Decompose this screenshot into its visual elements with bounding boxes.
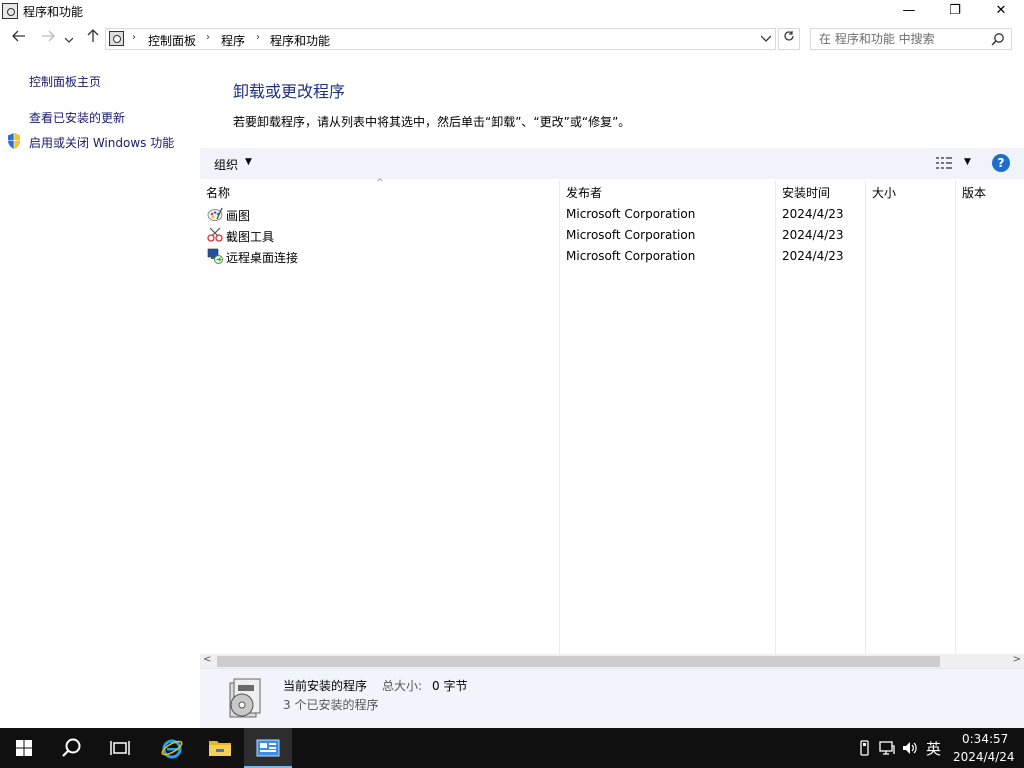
program-publisher: Microsoft Corporation — [566, 228, 696, 242]
network-icon[interactable] — [879, 740, 895, 756]
up-arrow-icon — [87, 29, 99, 42]
view-installed-updates-link[interactable]: 查看已安装的更新 — [29, 109, 125, 126]
restore-button[interactable]: ❐ — [932, 0, 978, 24]
control-panel-icon — [2, 3, 18, 19]
table-row[interactable]: 远程桌面连接 Microsoft Corporation 2024/4/23 — [200, 246, 1024, 267]
column-header-name[interactable]: 名称 — [206, 184, 230, 201]
program-publisher: Microsoft Corporation — [566, 249, 696, 263]
breadcrumb-control-panel[interactable]: 控制面板 — [148, 32, 196, 49]
program-installed-date: 2024/4/23 — [782, 228, 844, 242]
back-button[interactable] — [9, 29, 29, 49]
breadcrumb-separator-icon[interactable]: › — [256, 32, 260, 43]
search-button[interactable] — [48, 728, 96, 768]
task-view-button[interactable] — [96, 728, 144, 768]
taskbar: 英 0:34:57 2024/4/24 — [0, 728, 1024, 768]
breadcrumb-separator-icon[interactable]: › — [132, 32, 136, 43]
column-header-installed-on[interactable]: 安装时间 — [782, 184, 830, 201]
scrollbar-thumb[interactable] — [217, 656, 940, 667]
input-method-indicator[interactable]: 英 — [926, 738, 941, 759]
details-pane: 当前安装的程序 总大小: 0 字节 3 个已安装的程序 — [200, 668, 1024, 728]
clock-time[interactable]: 0:34:57 — [962, 732, 1008, 746]
refresh-icon — [784, 31, 794, 41]
search-icon[interactable] — [991, 32, 1005, 46]
remote-desktop-icon — [207, 248, 223, 264]
search-box[interactable] — [810, 28, 1012, 50]
breadcrumb-programs[interactable]: 程序 — [221, 32, 245, 49]
sort-ascending-icon: ^ — [376, 178, 384, 188]
paint-icon — [207, 207, 223, 221]
organize-button[interactable]: 组织 — [214, 156, 238, 173]
control-panel-icon — [256, 739, 280, 757]
column-header-size[interactable]: 大小 — [872, 184, 896, 201]
view-options-icon[interactable] — [936, 156, 952, 170]
program-name: 远程桌面连接 — [226, 251, 299, 265]
forward-arrow-icon — [42, 30, 55, 42]
program-list: ^ 名称 发布者 安装时间 大小 版本 画图 Microsoft Corpora… — [200, 178, 1024, 654]
usb-device-icon[interactable] — [857, 740, 873, 756]
recent-locations-button[interactable] — [62, 29, 76, 49]
total-size-value: 0 字节 — [432, 679, 468, 693]
task-view-icon — [110, 741, 130, 755]
up-button[interactable] — [83, 29, 103, 49]
snipping-tool-icon — [207, 227, 223, 242]
search-icon — [62, 738, 81, 757]
table-row[interactable]: 画图 Microsoft Corporation 2024/4/23 — [200, 204, 1024, 225]
search-input[interactable] — [819, 31, 989, 47]
scroll-left-icon[interactable]: < — [203, 654, 211, 665]
control-panel-icon — [109, 31, 124, 46]
clock-date[interactable]: 2024/4/24 — [953, 750, 1015, 764]
program-installed-date: 2024/4/23 — [782, 207, 844, 221]
column-header-publisher[interactable]: 发布者 — [566, 184, 602, 201]
installed-count: 3 个已安装的程序 — [283, 698, 379, 712]
folder-icon — [209, 741, 231, 756]
shield-icon — [8, 133, 20, 149]
page-title: 卸载或更改程序 — [233, 82, 346, 101]
program-name: 画图 — [226, 209, 251, 223]
left-pane: 控制面板主页 查看已安装的更新 启用或关闭 Windows 功能 — [0, 54, 200, 728]
scroll-right-icon[interactable]: > — [1013, 654, 1021, 665]
organize-dropdown-icon[interactable]: ▼ — [245, 157, 252, 167]
page-description: 若要卸载程序，请从列表中将其选中，然后单击“卸载”、“更改”或“修复”。 — [233, 115, 631, 129]
back-arrow-icon — [12, 30, 25, 42]
window-title: 程序和功能 — [23, 5, 84, 19]
close-button[interactable]: ✕ — [978, 0, 1024, 24]
internet-explorer-button[interactable] — [148, 728, 196, 768]
windows-features-link[interactable]: 启用或关闭 Windows 功能 — [29, 134, 174, 151]
breadcrumb-programs-and-features[interactable]: 程序和功能 — [270, 32, 330, 49]
address-history-dropdown[interactable] — [760, 32, 772, 45]
forward-button[interactable] — [38, 29, 58, 49]
volume-icon[interactable] — [902, 740, 918, 756]
column-header-version[interactable]: 版本 — [962, 184, 986, 201]
help-icon[interactable]: ? — [992, 154, 1010, 172]
minimize-button[interactable]: — — [886, 0, 932, 24]
start-button[interactable] — [0, 728, 48, 768]
program-publisher: Microsoft Corporation — [566, 207, 696, 221]
view-dropdown-icon[interactable]: ▼ — [964, 157, 971, 167]
horizontal-scrollbar[interactable]: < > — [200, 654, 1024, 668]
refresh-button[interactable] — [778, 28, 800, 50]
windows-logo-icon — [16, 740, 32, 756]
program-name: 截图工具 — [226, 230, 275, 244]
installed-programs-icon — [229, 678, 261, 718]
address-bar[interactable]: › 控制面板 › 程序 › 程序和功能 — [105, 28, 776, 50]
title-bar: 程序和功能 — ❐ ✕ — [0, 0, 1024, 26]
internet-explorer-icon — [161, 739, 183, 759]
program-installed-date: 2024/4/23 — [782, 249, 844, 263]
file-explorer-button[interactable] — [196, 728, 244, 768]
details-title: 当前安装的程序 — [283, 679, 368, 693]
table-row[interactable]: 截图工具 Microsoft Corporation 2024/4/23 — [200, 225, 1024, 246]
breadcrumb-separator-icon[interactable]: › — [206, 32, 210, 43]
control-panel-home-link[interactable]: 控制面板主页 — [29, 73, 101, 90]
control-panel-taskbar-button[interactable] — [244, 728, 292, 768]
command-toolbar: 组织 ▼ ▼ ? — [200, 148, 1024, 179]
chevron-down-icon — [760, 35, 772, 42]
chevron-down-icon — [64, 37, 74, 43]
navigation-bar: › 控制面板 › 程序 › 程序和功能 — [0, 26, 1024, 54]
total-size-label: 总大小: — [382, 679, 423, 693]
